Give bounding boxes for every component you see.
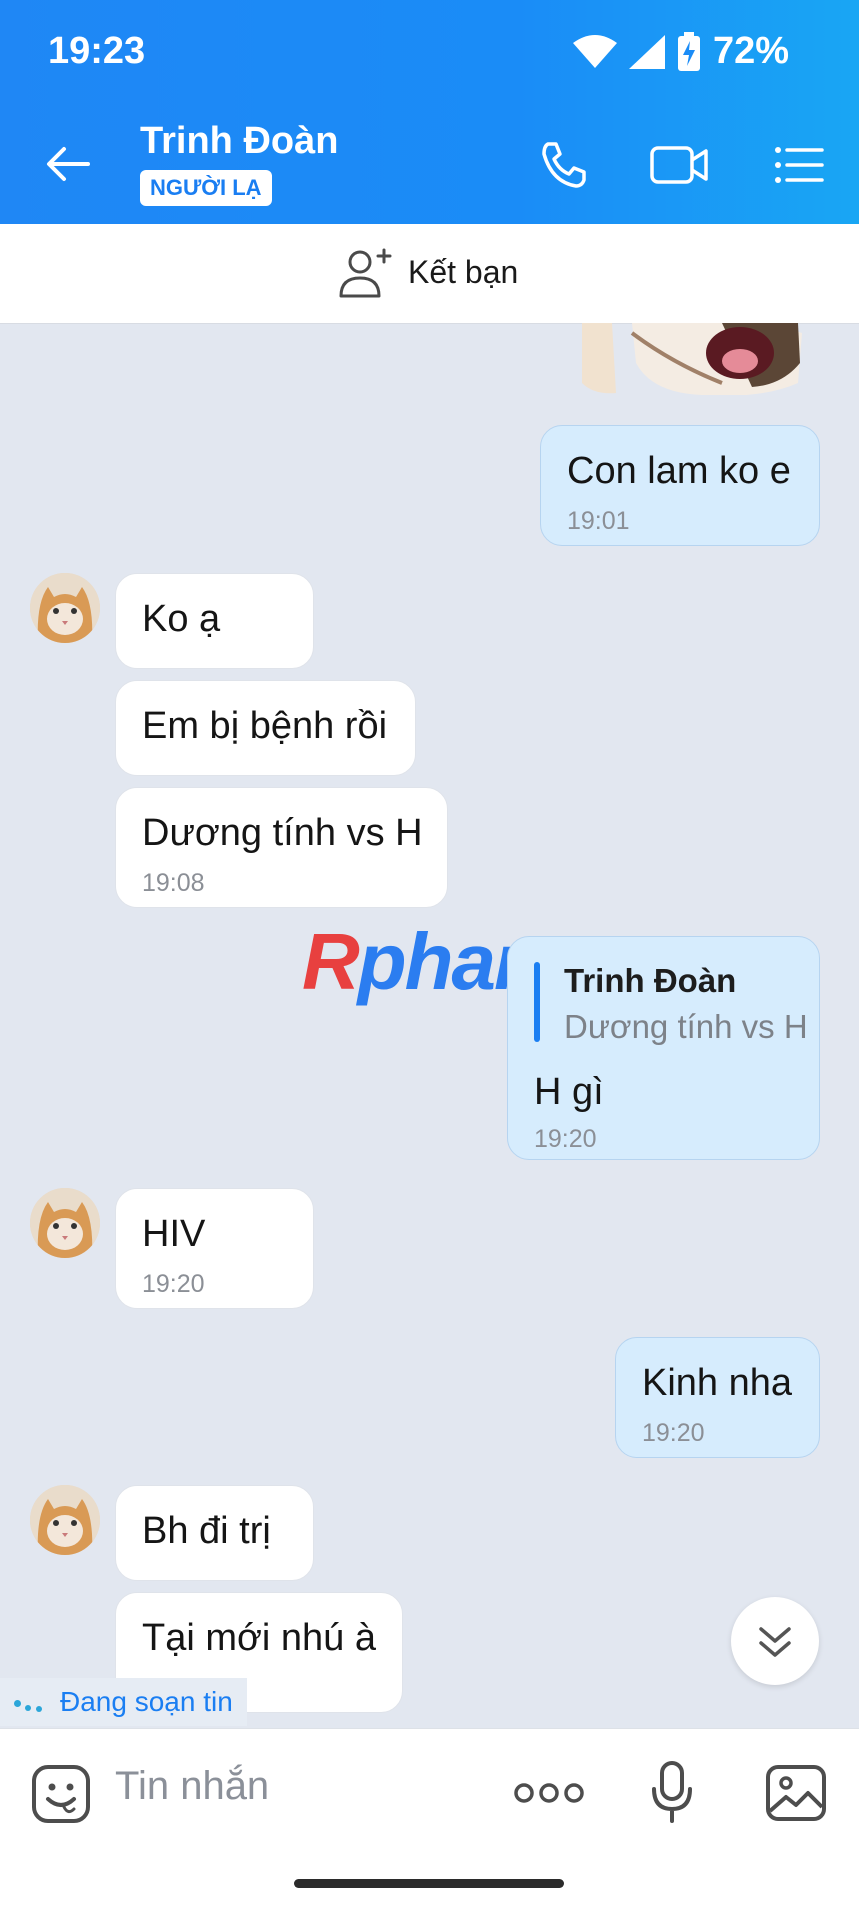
- message-time: 19:08: [142, 869, 205, 897]
- contact-avatar[interactable]: [30, 573, 100, 643]
- typing-text: Đang soạn tin: [60, 1686, 233, 1717]
- quote-text: Dương tính vs H: [564, 1008, 808, 1045]
- message-text: Dương tính vs H: [142, 812, 423, 854]
- scroll-to-bottom-button[interactable]: [731, 1597, 819, 1685]
- message-text: H gì: [534, 1071, 604, 1113]
- typing-indicator: Đang soạn tin: [0, 1678, 247, 1726]
- message-bubble-incoming[interactable]: Em bị bệnh rồi: [115, 680, 416, 776]
- signal-icon: [628, 34, 665, 69]
- message-time: 19:20: [142, 1270, 205, 1298]
- sticker-emoji-icon[interactable]: [30, 1763, 92, 1825]
- phone-call-icon[interactable]: [536, 138, 590, 192]
- message-text: Kinh nha: [642, 1362, 793, 1404]
- battery-level: 72%: [712, 30, 789, 72]
- message-time: 19:20: [642, 1419, 705, 1447]
- quote-bar: [534, 962, 540, 1042]
- message-text: Bh đi trị: [142, 1510, 271, 1552]
- message-text: Em bị bệnh rồi: [142, 705, 388, 747]
- add-user-icon: [339, 248, 392, 298]
- message-bubble-incoming[interactable]: Ko ạ: [115, 573, 314, 669]
- chat-header: 19:23 72% Trinh Đoàn NGƯỜI LẠ: [0, 0, 859, 224]
- message-bubble-incoming[interactable]: Dương tính vs H 19:08: [115, 787, 448, 908]
- message-text: HIV: [142, 1213, 206, 1255]
- video-call-icon[interactable]: [648, 138, 712, 192]
- battery-icon: [677, 31, 700, 71]
- menu-list-icon[interactable]: [772, 138, 826, 192]
- status-time: 19:23: [48, 30, 146, 72]
- more-options-icon[interactable]: [514, 1781, 584, 1805]
- home-indicator[interactable]: [294, 1879, 564, 1888]
- message-text: Ko ạ: [142, 598, 221, 640]
- add-friend-bar[interactable]: Kết bạn: [0, 224, 859, 324]
- message-text: Con lam ko e: [567, 450, 791, 492]
- message-bubble-outgoing[interactable]: Con lam ko e 19:01: [540, 425, 820, 546]
- microphone-icon[interactable]: [650, 1759, 694, 1825]
- message-bubble-incoming[interactable]: HIV 19:20: [115, 1188, 314, 1309]
- add-friend-button[interactable]: Kết bạn: [338, 246, 518, 298]
- message-bubble-outgoing[interactable]: Kinh nha 19:20: [615, 1337, 820, 1458]
- status-icons: 72%: [572, 30, 789, 73]
- message-time: 19:20: [534, 1125, 597, 1153]
- contact-avatar[interactable]: [30, 1188, 100, 1258]
- message-text: Tại mới nhú à: [142, 1617, 377, 1659]
- message-input[interactable]: Tin nhắn: [115, 1764, 269, 1809]
- add-friend-label: Kết bạn: [408, 253, 519, 290]
- stranger-badge: NGƯỜI LẠ: [140, 170, 272, 206]
- message-bubble-incoming[interactable]: Bh đi trị: [115, 1485, 314, 1581]
- back-arrow-icon[interactable]: [44, 140, 92, 188]
- message-time: 19:01: [567, 507, 630, 535]
- contact-avatar[interactable]: [30, 1485, 100, 1555]
- image-gallery-icon[interactable]: [764, 1763, 828, 1823]
- double-chevron-down-icon: [759, 1627, 791, 1657]
- wifi-icon: [572, 34, 617, 68]
- quote-sender: Trinh Đoàn: [564, 962, 737, 999]
- contact-name[interactable]: Trinh Đoàn: [140, 120, 338, 163]
- typing-dots-icon: [14, 1692, 48, 1712]
- cat-sticker[interactable]: [572, 323, 810, 395]
- message-composer: Tin nhắn: [0, 1728, 859, 1909]
